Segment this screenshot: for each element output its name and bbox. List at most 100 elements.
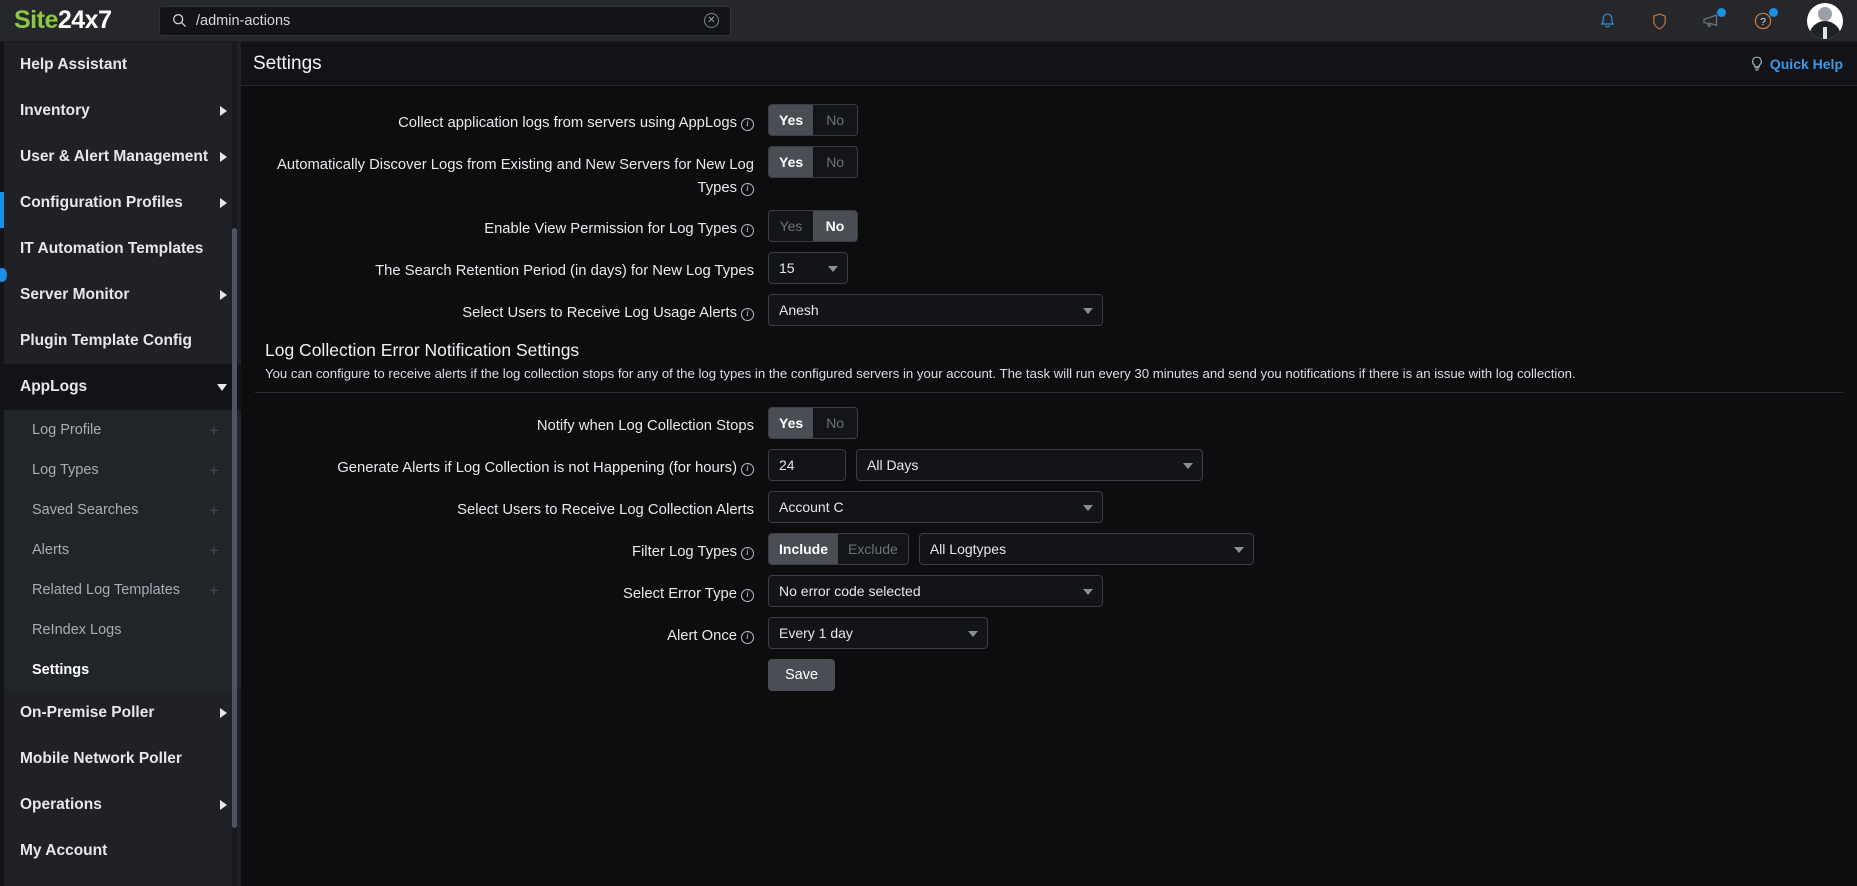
toggle-option-include[interactable]: Include bbox=[769, 534, 839, 565]
help-question-icon[interactable]: ? bbox=[1751, 8, 1778, 33]
auto-discover-logs-toggle[interactable]: Yes No bbox=[768, 146, 859, 178]
svg-text:?: ? bbox=[1760, 16, 1766, 28]
toggle-option-yes[interactable]: Yes bbox=[769, 211, 813, 241]
sidebar-item-my-account[interactable]: My Account bbox=[4, 828, 241, 874]
sidebar-item-log-profile[interactable]: Log Profile + bbox=[4, 410, 241, 450]
generate-alerts-days-select[interactable]: All Days bbox=[856, 449, 1203, 482]
sidebar-item-inventory[interactable]: Inventory bbox=[4, 88, 241, 134]
field-label-text: Filter Log Types bbox=[631, 544, 737, 561]
notify-collection-stops-toggle[interactable]: Yes No bbox=[768, 407, 859, 440]
toggle-option-no[interactable]: No bbox=[813, 408, 857, 438]
sidebar-item-applogs[interactable]: AppLogs bbox=[4, 364, 241, 410]
sidebar-item-saved-searches[interactable]: Saved Searches + bbox=[4, 490, 241, 530]
toggle-option-no[interactable]: No bbox=[813, 105, 857, 135]
sidebar-scrollbar-thumb[interactable] bbox=[232, 228, 237, 828]
sidebar-item-on-premise-poller[interactable]: On-Premise Poller bbox=[4, 690, 241, 736]
toggle-option-no[interactable]: No bbox=[813, 147, 857, 177]
toggle-option-no[interactable]: No bbox=[813, 210, 857, 241]
add-icon[interactable]: + bbox=[209, 582, 227, 599]
alert-once-select[interactable]: Every 1 day bbox=[768, 617, 988, 650]
collection-alert-users-select[interactable]: Account C bbox=[768, 491, 1103, 524]
view-permission-toggle[interactable]: Yes No bbox=[768, 209, 858, 242]
sidebar-item-related-log-templates[interactable]: Related Log Templates + bbox=[4, 570, 241, 610]
sidebar-item-server-monitor[interactable]: Server Monitor bbox=[4, 272, 241, 318]
announcement-megaphone-icon[interactable] bbox=[1699, 8, 1726, 33]
field-label-text: Automatically Discover Logs from Existin… bbox=[277, 157, 754, 196]
form-row-generate-alerts: Generate Alerts if Log Collection is not… bbox=[255, 449, 1843, 482]
search-input[interactable] bbox=[196, 6, 704, 35]
clear-icon[interactable]: ✕ bbox=[704, 13, 719, 28]
save-button[interactable]: Save bbox=[768, 659, 836, 692]
shield-icon[interactable] bbox=[1647, 9, 1671, 33]
sidebar-item-settings[interactable]: Settings bbox=[4, 650, 241, 690]
sidebar-item-label: Inventory bbox=[20, 102, 90, 119]
log-usage-alert-users-select[interactable]: Anesh bbox=[768, 293, 1103, 326]
help-badge bbox=[1769, 8, 1778, 17]
chevron-right-icon bbox=[220, 106, 227, 116]
add-icon[interactable]: + bbox=[209, 422, 227, 439]
sidebar-item-mobile-network-poller[interactable]: Mobile Network Poller bbox=[4, 736, 241, 782]
field-label: Automatically Discover Logs from Existin… bbox=[255, 146, 768, 200]
save-row-spacer bbox=[255, 659, 768, 667]
toggle-option-yes[interactable]: Yes bbox=[769, 147, 814, 177]
info-icon[interactable]: i bbox=[741, 118, 754, 131]
select-value: No error code selected bbox=[779, 583, 921, 600]
sidebar-item-log-types[interactable]: Log Types + bbox=[4, 450, 241, 490]
info-icon[interactable]: i bbox=[741, 307, 754, 321]
field-label-text: Alert Once bbox=[667, 628, 737, 645]
chevron-right-icon bbox=[220, 290, 227, 300]
add-icon[interactable]: + bbox=[209, 502, 227, 519]
sidebar-item-operations[interactable]: Operations bbox=[4, 782, 241, 828]
select-value: Account C bbox=[779, 499, 844, 516]
main-content: Settings Quick Help Collect application … bbox=[241, 42, 1857, 886]
field-label-text: Generate Alerts if Log Collection is not… bbox=[337, 460, 737, 477]
add-icon[interactable]: + bbox=[209, 462, 227, 479]
search-retention-select[interactable]: 15 bbox=[768, 251, 848, 284]
sidebar-item-alerts[interactable]: Alerts + bbox=[4, 530, 241, 570]
form-row-filter-log-types: Filter Log Types i Include Exclude All Lo… bbox=[255, 533, 1843, 566]
field-label: The Search Retention Period (in days) fo… bbox=[255, 252, 768, 283]
global-search[interactable]: ✕ bbox=[159, 5, 731, 36]
field-label: Notify when Log Collection Stops bbox=[255, 407, 768, 438]
toggle-option-yes[interactable]: Yes bbox=[769, 105, 814, 135]
chevron-down-icon bbox=[828, 265, 838, 272]
announcement-badge bbox=[1717, 8, 1726, 17]
info-icon[interactable]: i bbox=[741, 631, 754, 645]
avatar[interactable] bbox=[1807, 3, 1843, 39]
toggle-option-exclude[interactable]: Exclude bbox=[838, 534, 908, 564]
generate-alerts-hours-input[interactable] bbox=[768, 449, 846, 482]
form-row-search-retention: The Search Retention Period (in days) fo… bbox=[255, 251, 1843, 284]
sidebar-item-user-alert-management[interactable]: User & Alert Management bbox=[4, 134, 241, 180]
info-icon[interactable]: i bbox=[741, 463, 754, 477]
add-icon[interactable]: + bbox=[209, 542, 227, 559]
sidebar-item-label: ReIndex Logs bbox=[32, 622, 122, 638]
sidebar-item-configuration-profiles[interactable]: Configuration Profiles bbox=[4, 180, 241, 226]
notification-bell-icon[interactable] bbox=[1595, 9, 1619, 33]
chevron-down-icon bbox=[1083, 589, 1093, 596]
info-icon[interactable]: i bbox=[741, 223, 754, 237]
chevron-down-icon bbox=[1233, 547, 1244, 554]
sidebar-item-label: Saved Searches bbox=[32, 502, 139, 518]
form-row-view-permission: Enable View Permission for Log Types i Ye… bbox=[255, 209, 1843, 242]
filter-log-types-toggle[interactable]: Include Exclude bbox=[768, 533, 909, 566]
select-value: All Logtypes bbox=[929, 541, 1007, 558]
quick-help-link[interactable]: Quick Help bbox=[1750, 56, 1843, 72]
field-label: Select Error Type i bbox=[255, 575, 768, 606]
collect-app-logs-toggle[interactable]: Yes No bbox=[768, 104, 859, 136]
field-label: Collect application logs from servers us… bbox=[255, 104, 768, 135]
sidebar-item-plugin-template-config[interactable]: Plugin Template Config bbox=[4, 318, 241, 364]
chevron-right-icon bbox=[220, 708, 227, 718]
sidebar-item-reindex-logs[interactable]: ReIndex Logs bbox=[4, 610, 241, 650]
info-icon[interactable]: i bbox=[741, 547, 754, 561]
sidebar-item-it-automation-templates[interactable]: IT Automation Templates bbox=[4, 226, 241, 272]
sidebar-item-help-assistant[interactable]: Help Assistant bbox=[4, 42, 241, 88]
select-value: 15 bbox=[779, 259, 795, 276]
sidebar-item-label: My Account bbox=[20, 842, 108, 859]
app-logo[interactable]: Site24x7 bbox=[0, 6, 157, 35]
sidebar-item-label: Settings bbox=[32, 662, 90, 678]
error-type-select[interactable]: No error code selected bbox=[768, 575, 1103, 608]
filter-log-types-select[interactable]: All Logtypes bbox=[918, 533, 1254, 566]
toggle-option-yes[interactable]: Yes bbox=[769, 408, 814, 439]
info-icon[interactable]: i bbox=[741, 182, 754, 196]
info-icon[interactable]: i bbox=[741, 589, 754, 603]
